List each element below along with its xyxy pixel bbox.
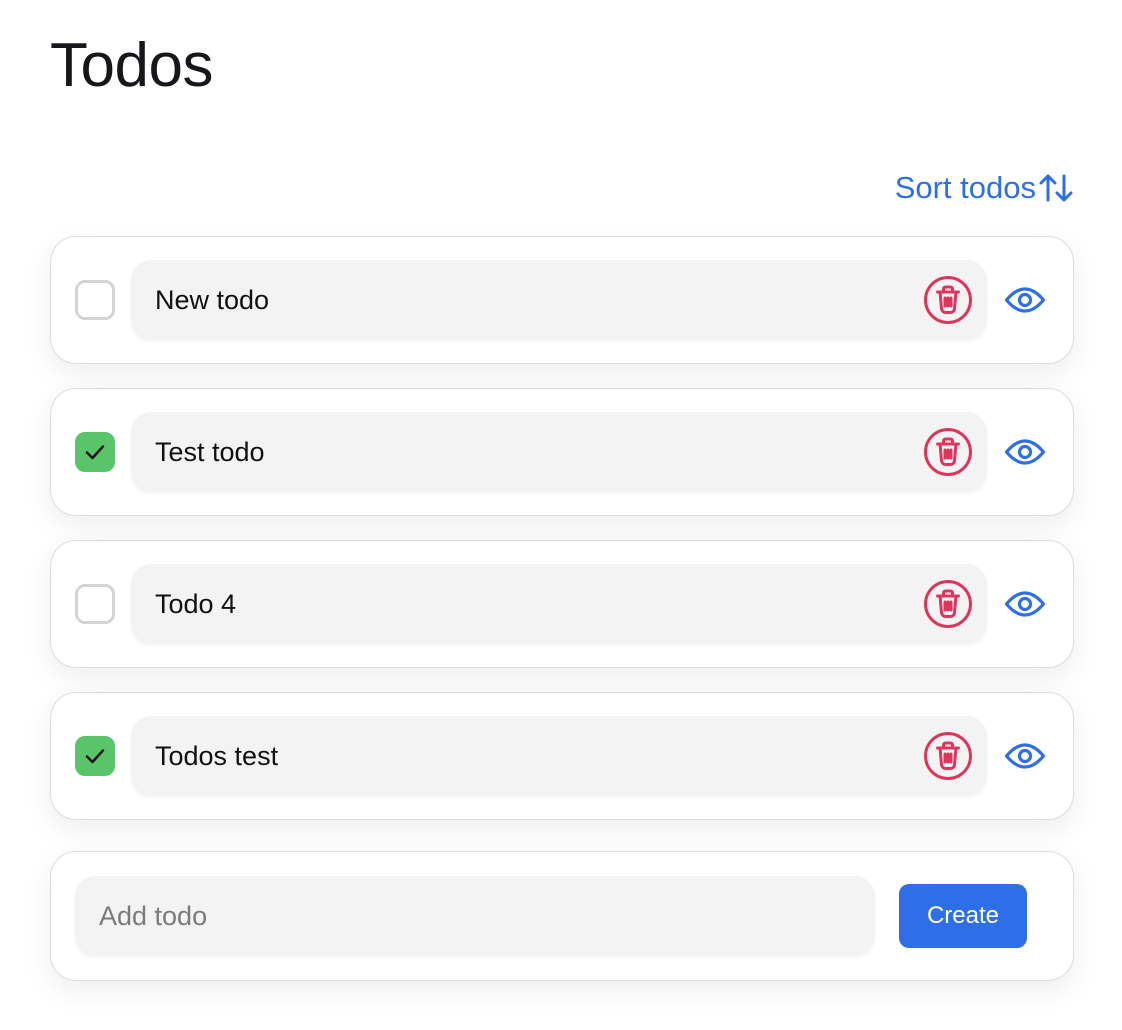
todo-item: Todo 4 (50, 540, 1074, 668)
create-button[interactable]: Create (899, 884, 1027, 948)
arrows-up-down-icon (1038, 172, 1074, 204)
eye-icon (1004, 743, 1046, 769)
todo-text-field[interactable]: Todos test (131, 716, 987, 796)
todo-list: New todo Test todo Todo 4 Todos test (50, 236, 1074, 820)
todo-text: Todo 4 (155, 588, 237, 619)
check-icon (85, 445, 105, 460)
eye-icon (1004, 439, 1046, 465)
add-todo-input[interactable] (75, 876, 875, 956)
todo-checkbox[interactable] (75, 584, 115, 624)
todo-text-field[interactable]: Test todo (131, 412, 987, 492)
todo-checkbox[interactable] (75, 432, 115, 472)
todo-text: Todos test (155, 740, 279, 771)
sort-todos-label: Sort todos (894, 170, 1036, 205)
delete-todo-button[interactable] (923, 731, 973, 781)
delete-todo-button[interactable] (923, 579, 973, 629)
todos-page: Todos Sort todos New todo Test todo Todo… (0, 0, 1122, 1030)
trash-icon (924, 580, 972, 628)
todo-item: New todo (50, 236, 1074, 364)
trash-icon (924, 276, 972, 324)
eye-icon (1004, 287, 1046, 313)
create-todo-form: Create (50, 851, 1074, 981)
sort-todos-button[interactable]: Sort todos (895, 168, 1074, 208)
check-icon (85, 749, 105, 764)
eye-icon (1004, 591, 1046, 617)
view-todo-button[interactable] (1003, 278, 1047, 322)
delete-todo-button[interactable] (923, 275, 973, 325)
todo-item: Test todo (50, 388, 1074, 516)
todo-item: Todos test (50, 692, 1074, 820)
todo-text: Test todo (155, 436, 265, 467)
todo-checkbox[interactable] (75, 280, 115, 320)
view-todo-button[interactable] (1003, 582, 1047, 626)
page-title: Todos (50, 31, 213, 100)
view-todo-button[interactable] (1003, 734, 1047, 778)
view-todo-button[interactable] (1003, 430, 1047, 474)
todo-text-field[interactable]: New todo (131, 260, 987, 340)
todo-checkbox[interactable] (75, 736, 115, 776)
delete-todo-button[interactable] (923, 427, 973, 477)
todo-text: New todo (155, 284, 270, 315)
trash-icon (924, 428, 972, 476)
trash-icon (924, 732, 972, 780)
todo-text-field[interactable]: Todo 4 (131, 564, 987, 644)
